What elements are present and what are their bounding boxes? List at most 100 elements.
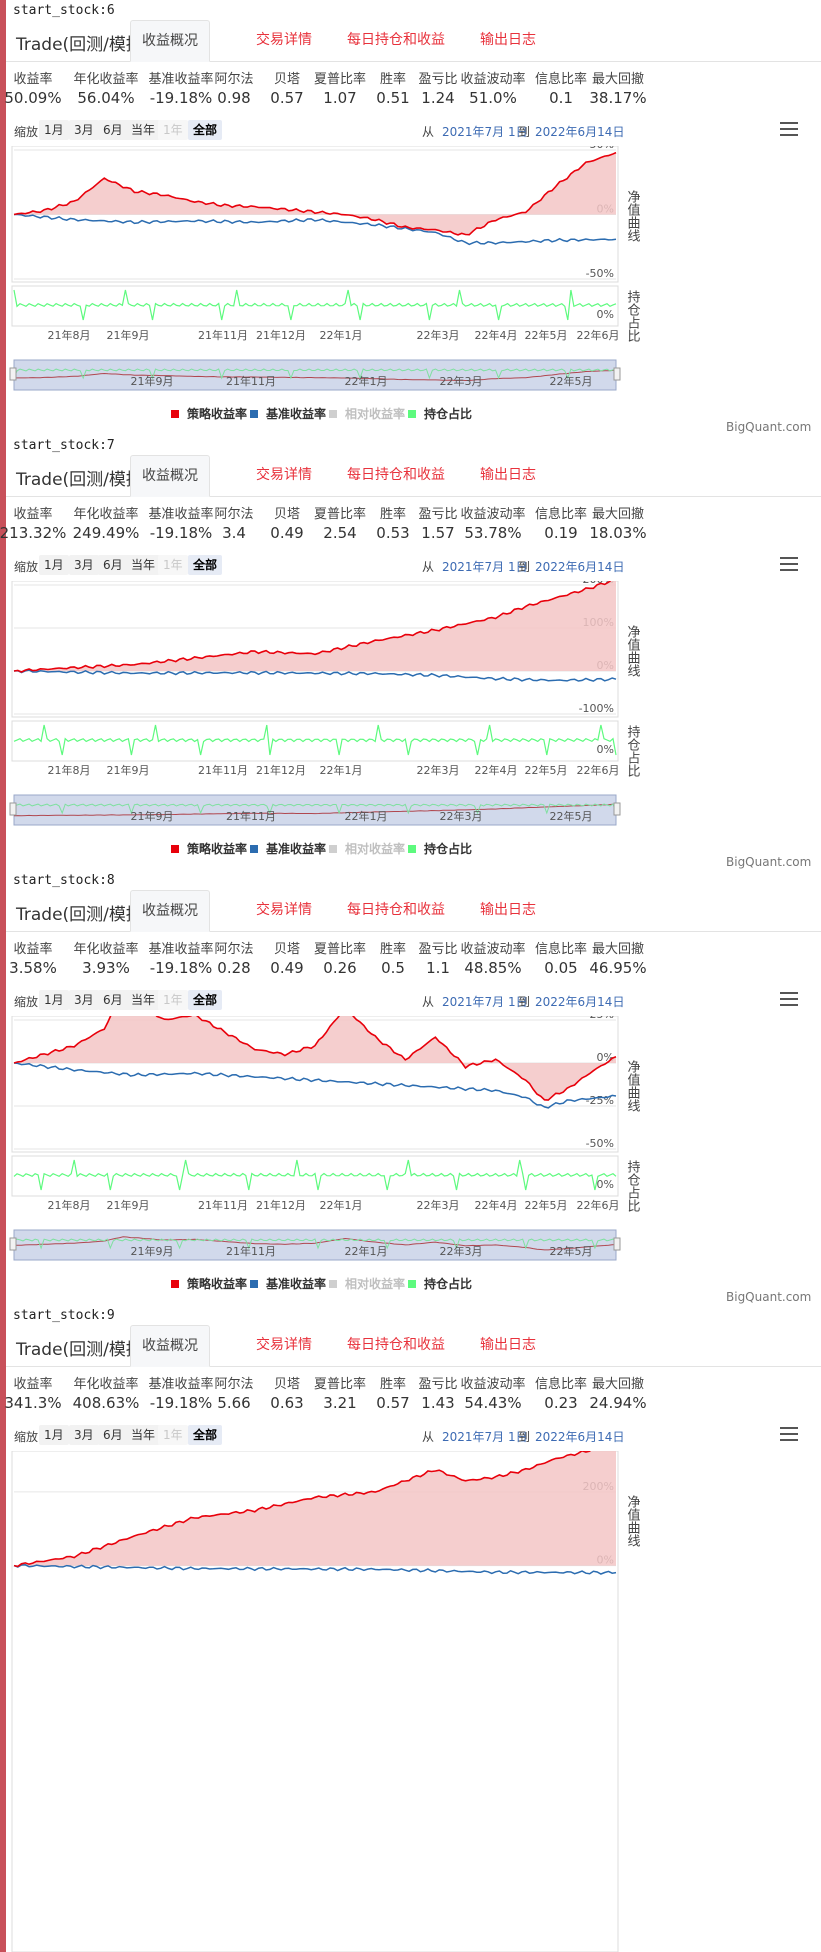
tab-daily-positions[interactable]: 每日持仓和收益 bbox=[336, 455, 456, 497]
legend-item-strategy[interactable]: 策略收益率 bbox=[171, 840, 247, 857]
navigator-handle-left[interactable] bbox=[9, 802, 17, 816]
zoom-button[interactable]: 当年 bbox=[126, 120, 161, 140]
metric-value: 3.93% bbox=[82, 959, 130, 977]
zoom-button[interactable]: 6月 bbox=[98, 555, 128, 575]
legend-item-benchmark[interactable]: 基准收益率 bbox=[250, 405, 326, 422]
position-series-line[interactable] bbox=[13, 724, 617, 756]
range-from-input[interactable]: 2021年7月 1日 bbox=[442, 123, 528, 140]
tab-overview[interactable]: 收益概况 bbox=[130, 890, 210, 932]
zoom-button[interactable]: 全部 bbox=[188, 120, 223, 140]
zoom-button[interactable]: 1月 bbox=[39, 120, 69, 140]
tab-daily-positions[interactable]: 每日持仓和收益 bbox=[336, 890, 456, 932]
zoom-button[interactable]: 3月 bbox=[69, 1425, 99, 1445]
credit-link[interactable]: BigQuant.com bbox=[726, 420, 811, 434]
credit-link[interactable]: BigQuant.com bbox=[726, 1290, 811, 1304]
range-from-input[interactable]: 2021年7月 1日 bbox=[442, 558, 528, 575]
benchmark-series-line[interactable] bbox=[13, 1564, 617, 1575]
tab-overview[interactable]: 收益概况 bbox=[130, 455, 210, 497]
zoom-button[interactable]: 1月 bbox=[39, 555, 69, 575]
zoom-button[interactable]: 3月 bbox=[69, 120, 99, 140]
nav-chart: 50%0%-50%净值曲线0%持仓占比21年8月21年9月21年11月21年12… bbox=[11, 146, 640, 343]
tab-output-log[interactable]: 输出日志 bbox=[468, 1325, 548, 1367]
tab-trade-details[interactable]: 交易详情 bbox=[234, 20, 334, 62]
x-tick-label: 22年3月 bbox=[417, 763, 460, 777]
navigator-handle-right[interactable] bbox=[613, 802, 621, 816]
legend-label: 持仓占比 bbox=[424, 407, 473, 421]
tab-trade-details[interactable]: 交易详情 bbox=[234, 890, 334, 932]
range-to-input[interactable]: 2022年6月14日 bbox=[535, 993, 624, 1010]
credit-link[interactable]: BigQuant.com bbox=[726, 855, 811, 869]
zoom-button[interactable]: 3月 bbox=[69, 990, 99, 1010]
legend-item-relative[interactable]: 相对收益率 bbox=[329, 1275, 405, 1292]
y-tick-label: 25% bbox=[590, 1016, 614, 1021]
navigator-tick-label: 21年11月 bbox=[226, 1244, 276, 1258]
menu-icon[interactable] bbox=[780, 122, 798, 136]
tab-overview[interactable]: 收益概况 bbox=[130, 20, 210, 62]
legend-item-benchmark[interactable]: 基准收益率 bbox=[250, 840, 326, 857]
legend-item-strategy[interactable]: 策略收益率 bbox=[171, 1275, 247, 1292]
legend-item-position[interactable]: 持仓占比 bbox=[408, 1275, 472, 1292]
legend-swatch bbox=[171, 410, 179, 418]
tab-daily-positions[interactable]: 每日持仓和收益 bbox=[336, 20, 456, 62]
navigator-window[interactable] bbox=[13, 794, 617, 826]
legend-item-benchmark[interactable]: 基准收益率 bbox=[250, 1275, 326, 1292]
navigator-window[interactable] bbox=[13, 359, 617, 391]
navigator[interactable]: 21年9月 21年11月 22年1月 22年3月 22年5月 bbox=[6, 793, 821, 829]
zoom-label: 缩放 bbox=[14, 125, 39, 139]
tab-trade-details[interactable]: 交易详情 bbox=[234, 1325, 334, 1367]
tab-bar: Trade(回测/模拟) 收益概况 交易详情 每日持仓和收益 输出日志 bbox=[6, 1325, 821, 1367]
legend-item-position[interactable]: 持仓占比 bbox=[408, 405, 472, 422]
zoom-button[interactable]: 当年 bbox=[126, 1425, 161, 1445]
range-from-input[interactable]: 2021年7月 1日 bbox=[442, 993, 528, 1010]
range-to-label: 到 bbox=[518, 1430, 531, 1444]
legend-item-strategy[interactable]: 策略收益率 bbox=[171, 405, 247, 422]
benchmark-series-line[interactable] bbox=[13, 669, 617, 682]
navigator-tick-label: 22年5月 bbox=[550, 374, 593, 388]
range-to-input[interactable]: 2022年6月14日 bbox=[535, 558, 624, 575]
tab-output-log[interactable]: 输出日志 bbox=[468, 455, 548, 497]
tab-overview[interactable]: 收益概况 bbox=[130, 1325, 210, 1367]
navigator[interactable]: 21年9月 21年11月 22年1月 22年3月 22年5月 bbox=[6, 1228, 821, 1264]
range-to-input[interactable]: 2022年6月14日 bbox=[535, 123, 624, 140]
menu-icon[interactable] bbox=[780, 1427, 798, 1441]
range-to-label: 到 bbox=[518, 995, 531, 1009]
legend-label: 策略收益率 bbox=[187, 407, 248, 421]
zoom-button[interactable]: 当年 bbox=[126, 990, 161, 1010]
navigator-handle-left[interactable] bbox=[9, 1237, 17, 1251]
tab-trade-details[interactable]: 交易详情 bbox=[234, 455, 334, 497]
zoom-button[interactable]: 1月 bbox=[39, 1425, 69, 1445]
navigator-tick-label: 22年3月 bbox=[440, 374, 483, 388]
menu-icon[interactable] bbox=[780, 557, 798, 571]
nav-chart: 200%0%净值曲线 bbox=[11, 1451, 640, 1952]
metric-label: 最大回撤 bbox=[591, 942, 644, 957]
position-series-line[interactable] bbox=[13, 1159, 617, 1191]
position-series-line[interactable] bbox=[13, 289, 617, 321]
navigator-handle-right[interactable] bbox=[613, 1237, 621, 1251]
tab-daily-positions[interactable]: 每日持仓和收益 bbox=[336, 1325, 456, 1367]
navigator-window[interactable] bbox=[13, 1229, 617, 1261]
x-tick-label: 21年9月 bbox=[107, 328, 150, 342]
zoom-button[interactable]: 当年 bbox=[126, 555, 161, 575]
legend-item-position[interactable]: 持仓占比 bbox=[408, 840, 472, 857]
zoom-button[interactable]: 1月 bbox=[39, 990, 69, 1010]
metrics-row: 收益率 341.3% 年化收益率 408.63% 基准收益率 -19.18% 阿尔法 5.66… bbox=[4, 1373, 821, 1413]
range-from-input[interactable]: 2021年7月 1日 bbox=[442, 1428, 528, 1445]
zoom-button[interactable]: 全部 bbox=[188, 990, 223, 1010]
navigator[interactable]: 21年9月 21年11月 22年1月 22年3月 22年5月 bbox=[6, 358, 821, 394]
legend-item-relative[interactable]: 相对收益率 bbox=[329, 840, 405, 857]
zoom-button[interactable]: 6月 bbox=[98, 1425, 128, 1445]
zoom-button[interactable]: 6月 bbox=[98, 120, 128, 140]
tab-output-log[interactable]: 输出日志 bbox=[468, 20, 548, 62]
zoom-button[interactable]: 全部 bbox=[188, 555, 223, 575]
menu-icon[interactable] bbox=[780, 992, 798, 1006]
navigator-handle-left[interactable] bbox=[9, 367, 17, 381]
x-tick-label: 22年5月 bbox=[525, 763, 568, 777]
range-to-input[interactable]: 2022年6月14日 bbox=[535, 1428, 624, 1445]
zoom-button[interactable]: 6月 bbox=[98, 990, 128, 1010]
navigator-handle-right[interactable] bbox=[613, 367, 621, 381]
tab-output-log[interactable]: 输出日志 bbox=[468, 890, 548, 932]
benchmark-series-line[interactable] bbox=[14, 213, 617, 246]
legend-item-relative[interactable]: 相对收益率 bbox=[329, 405, 405, 422]
zoom-button[interactable]: 全部 bbox=[188, 1425, 223, 1445]
zoom-button[interactable]: 3月 bbox=[69, 555, 99, 575]
